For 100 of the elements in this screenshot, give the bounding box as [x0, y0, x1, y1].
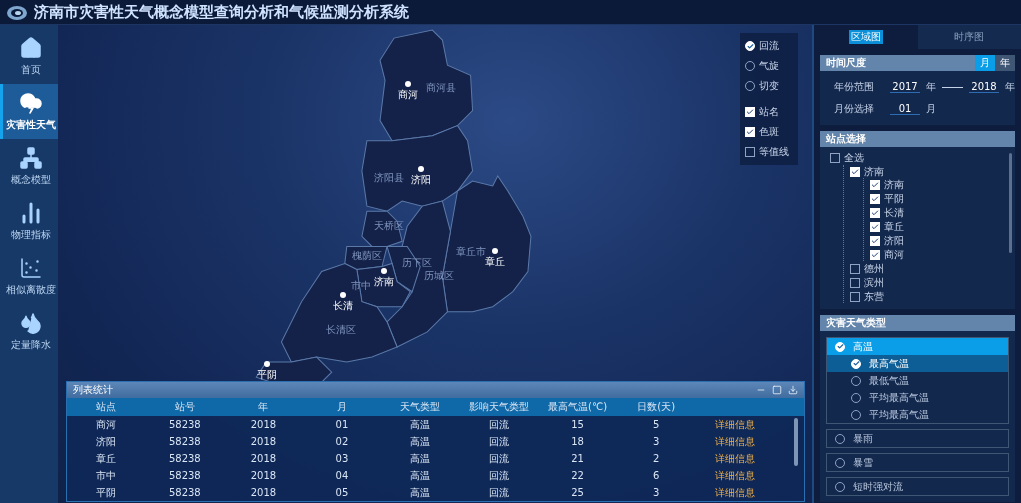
scatter-plot-icon: [18, 256, 43, 280]
table-cell-text: 高温: [409, 485, 432, 500]
details-link[interactable]: 详细信息: [695, 417, 774, 432]
station-dot[interactable]: [492, 248, 498, 254]
hierarchy-icon: [18, 146, 43, 170]
table-cell-text: 22: [570, 470, 585, 481]
tree-item-label[interactable]: 济阳: [884, 233, 904, 248]
table-cell-text: 2: [651, 453, 661, 464]
nav-item[interactable]: 物理指标: [0, 194, 58, 249]
tree-item-label[interactable]: 全选: [844, 150, 864, 165]
maximize-icon[interactable]: [772, 385, 782, 395]
column-header: 日数(天): [636, 400, 677, 414]
nav-item[interactable]: 相似离散度: [0, 249, 58, 304]
month-field[interactable]: 01: [890, 103, 920, 115]
table-cell-text: 15: [570, 419, 585, 430]
column-header: 年: [257, 400, 270, 414]
table-cell-text: 5: [651, 419, 661, 430]
station-dot[interactable]: [340, 292, 346, 298]
details-link[interactable]: 详细信息: [695, 468, 774, 483]
field-label: 年份范围: [834, 80, 874, 94]
scrollbar[interactable]: [1009, 153, 1012, 253]
table-cell-text: 章丘: [95, 451, 118, 466]
table-cell-text: 2018: [249, 453, 278, 464]
option-label: 切变: [759, 79, 779, 93]
tree-item-label[interactable]: 济南: [884, 177, 904, 192]
section-title: 时间尺度: [826, 56, 866, 70]
details-link[interactable]: 详细信息: [695, 485, 774, 500]
table-cell-text: 商河: [95, 417, 118, 432]
weather-subtype-option[interactable]: 平均最高气温: [827, 406, 1008, 423]
unit-label: 年: [1005, 80, 1015, 94]
section-title: 灾害天气类型: [826, 316, 886, 330]
table-cell-text: 25: [570, 487, 585, 498]
option-label: 站名: [759, 105, 779, 119]
unit-label: 年: [926, 80, 936, 94]
table-cell-text: 回流: [488, 468, 511, 483]
nav-item[interactable]: 灾害性天气: [0, 84, 58, 139]
nav-item[interactable]: 定量降水: [0, 304, 58, 359]
field-label: 月份选择: [834, 102, 874, 116]
droplets-icon: [18, 311, 43, 335]
year-from-field[interactable]: 2017: [890, 81, 920, 93]
tree-item-label[interactable]: 章丘: [884, 219, 904, 234]
column-header: 月: [335, 400, 348, 414]
checkbox[interactable]: [850, 263, 860, 274]
table-cell-text: 市中: [95, 468, 118, 483]
table-cell-text: 回流: [488, 417, 511, 432]
station-dot[interactable]: [418, 166, 424, 172]
tree-item-label[interactable]: 东营: [864, 289, 884, 304]
nav-item[interactable]: 首页: [0, 29, 58, 84]
tree-item-label[interactable]: 济南: [864, 164, 884, 179]
weather-type-option[interactable]: 暴雪: [827, 454, 1008, 471]
weather-type-option[interactable]: 暴雨: [827, 430, 1008, 447]
weather-subtype-option[interactable]: 最高气温: [827, 355, 1008, 372]
weather-type-option[interactable]: 短时强对流: [827, 478, 1008, 495]
details-link[interactable]: 详细信息: [695, 434, 774, 449]
table-cell-text: 3: [651, 436, 661, 447]
logo-icon: [6, 3, 28, 21]
checkbox[interactable]: [850, 277, 860, 288]
tree-item-label[interactable]: 长清: [884, 205, 904, 220]
station-dot[interactable]: [264, 361, 270, 367]
tree-item-label[interactable]: 德州: [864, 261, 884, 276]
tree-item-label[interactable]: 平阴: [884, 191, 904, 206]
column-header: 站号: [173, 400, 196, 414]
unit-toggle[interactable]: 年: [995, 55, 1015, 71]
station-dot[interactable]: [405, 81, 411, 87]
region-label: 历下区: [402, 256, 432, 270]
station-label: 济南: [374, 275, 394, 289]
region-label: 长清区: [326, 323, 356, 337]
column-header: 最高气温(℃): [547, 400, 609, 414]
weather-subtype-option[interactable]: 平均最高气温: [827, 389, 1008, 406]
table-cell-text: 回流: [488, 485, 511, 500]
table-cell-text: 6: [651, 470, 661, 481]
panel-title: 列表统计: [73, 383, 113, 397]
table-cell-text: 58238: [167, 470, 202, 481]
checkbox[interactable]: [850, 291, 860, 302]
station-label: 平阴: [257, 368, 277, 382]
station-label: 商河: [398, 88, 418, 102]
table-cell-text: 回流: [488, 434, 511, 449]
weather-subtype-option[interactable]: 最低气温: [827, 372, 1008, 389]
station-label: 济阳: [411, 173, 431, 187]
details-link[interactable]: 详细信息: [695, 451, 774, 466]
table-cell-text: 高温: [409, 434, 432, 449]
nav-item[interactable]: 概念模型: [0, 139, 58, 194]
table-cell-text: 2018: [249, 436, 278, 447]
year-to-field[interactable]: 2018: [969, 81, 999, 93]
tab[interactable]: 时序图: [917, 25, 1021, 49]
station-label: 章丘: [485, 256, 505, 269]
checkbox[interactable]: [745, 147, 755, 157]
region-label: 济阳县: [374, 171, 404, 185]
checkbox[interactable]: [830, 152, 840, 163]
station-dot[interactable]: [381, 268, 387, 274]
table-cell-text: 2018: [249, 470, 278, 481]
table-cell-text: 3: [651, 487, 661, 498]
table-cell-text: 高温: [409, 451, 432, 466]
option-label: 色斑: [759, 125, 779, 139]
tree-item-label[interactable]: 滨州: [864, 275, 884, 290]
region-label: 槐荫区: [352, 249, 382, 263]
table-cell-text: 58238: [167, 453, 202, 464]
download-icon[interactable]: [788, 385, 798, 395]
scrollbar[interactable]: [794, 418, 798, 466]
tree-item-label[interactable]: 商河: [884, 247, 904, 262]
